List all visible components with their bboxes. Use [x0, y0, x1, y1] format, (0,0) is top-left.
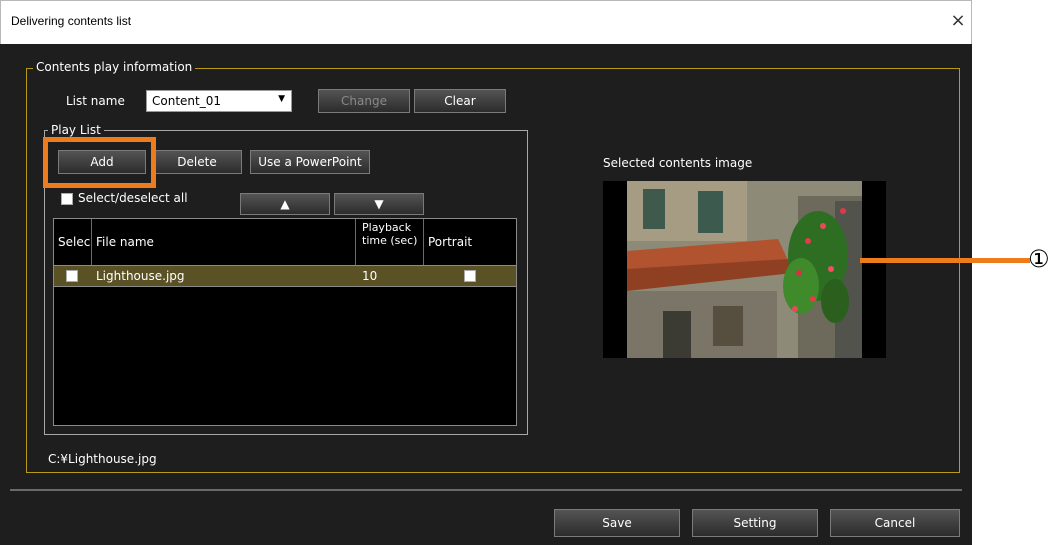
clear-button[interactable]: Clear	[414, 89, 506, 113]
column-header-file-name[interactable]: File name	[92, 219, 356, 265]
list-name-value: Content_01	[152, 94, 221, 108]
row-playback-time[interactable]: 10	[362, 269, 377, 283]
window-title: Delivering contents list	[11, 14, 132, 28]
list-name-select[interactable]: Content_01 ▼	[146, 90, 292, 112]
play-list-legend: Play List	[48, 123, 104, 137]
row-portrait-checkbox[interactable]	[464, 270, 476, 282]
change-button[interactable]: Change	[318, 89, 410, 113]
cancel-button[interactable]: Cancel	[830, 509, 960, 537]
column-header-select[interactable]: Selec	[54, 219, 92, 265]
delete-button[interactable]: Delete	[152, 150, 242, 174]
contents-play-info-legend: Contents play information	[33, 60, 196, 74]
preview-label: Selected contents image	[603, 156, 753, 170]
chevron-down-icon[interactable]: ▼	[278, 94, 285, 104]
column-header-playback-time[interactable]: Playback time (sec)	[356, 219, 424, 265]
delivering-contents-dialog: Delivering contents list × Contents play…	[0, 0, 972, 545]
table-row[interactable]: Lighthouse.jpg 10	[54, 265, 516, 287]
preview-image	[603, 181, 886, 358]
building-flowers-photo	[603, 181, 886, 358]
move-down-button[interactable]: ▼	[334, 193, 424, 215]
callout-number: ①	[1028, 245, 1050, 273]
file-path-text: C:¥Lighthouse.jpg	[48, 452, 157, 466]
column-header-portrait[interactable]: Portrait	[424, 219, 516, 265]
title-bar: Delivering contents list ×	[0, 0, 972, 44]
save-button[interactable]: Save	[554, 509, 680, 537]
move-up-button[interactable]: ▲	[240, 193, 330, 215]
close-icon[interactable]: ×	[947, 10, 969, 32]
row-select-checkbox[interactable]	[66, 270, 78, 282]
footer-separator	[10, 489, 962, 491]
select-all-checkbox[interactable]	[61, 193, 73, 205]
select-all-label: Select/deselect all	[78, 191, 188, 205]
row-file-name: Lighthouse.jpg	[96, 269, 185, 283]
callout-line	[860, 258, 1030, 263]
setting-button[interactable]: Setting	[692, 509, 818, 537]
use-powerpoint-button[interactable]: Use a PowerPoint	[250, 150, 370, 174]
add-button-highlight	[43, 137, 156, 188]
play-list-table: Selec File name Playback time (sec) Port…	[53, 218, 517, 426]
up-arrow-icon: ▲	[280, 197, 290, 211]
list-name-label: List name	[66, 94, 125, 108]
down-arrow-icon: ▼	[374, 197, 384, 211]
